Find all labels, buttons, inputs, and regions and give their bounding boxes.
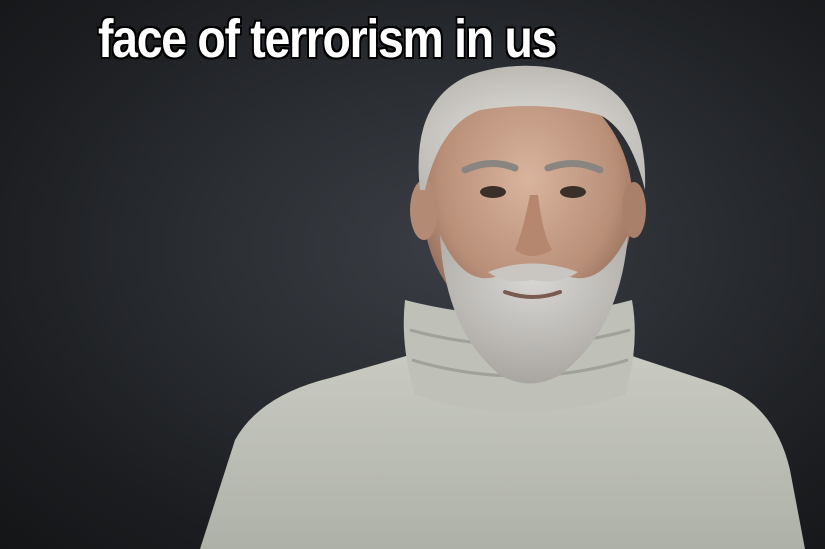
portrait-photo <box>200 65 805 549</box>
meme-image: face of terrorism in us <box>0 0 825 549</box>
meme-caption: face of terrorism in us <box>98 9 557 69</box>
